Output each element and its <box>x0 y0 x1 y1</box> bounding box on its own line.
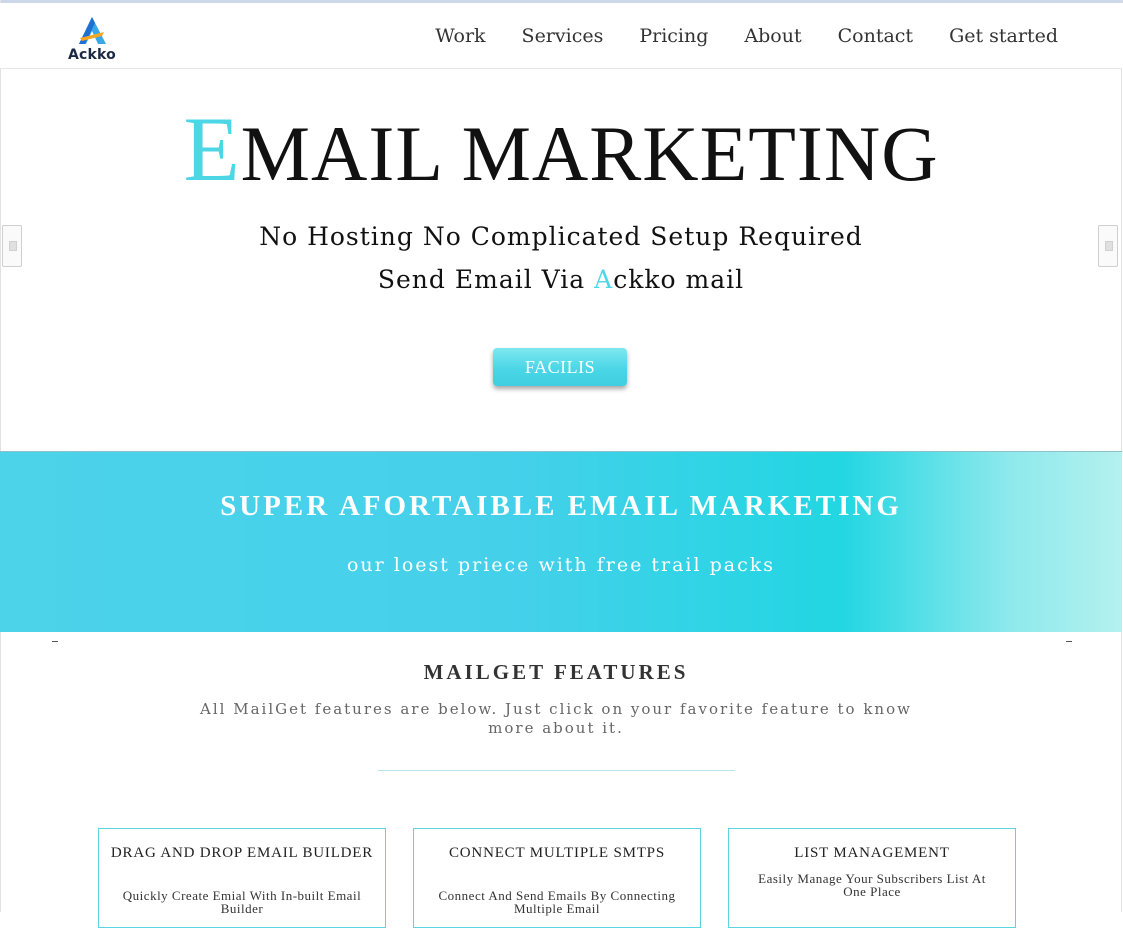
hero-title-initial: E <box>183 98 241 200</box>
features-divider <box>378 770 735 771</box>
hero-tagline-2-prefix: Send Email Via <box>377 265 595 294</box>
features-description: All MailGet features are below. Just cli… <box>200 700 912 737</box>
divider-mark-left <box>52 641 58 646</box>
hero-cta-button[interactable]: FACILIS <box>493 348 627 386</box>
feature-card-list-management[interactable]: LIST MANAGEMENT Easily Manage Your Subsc… <box>728 828 1016 928</box>
nav-item-contact[interactable]: Contact <box>838 25 913 47</box>
nav-item-services[interactable]: Services <box>522 25 604 47</box>
feature-card-drag-drop[interactable]: DRAG AND DROP EMAIL BUILDER Quickly Crea… <box>98 828 386 928</box>
logo-triangle-icon <box>79 17 106 44</box>
feature-card-title: DRAG AND DROP EMAIL BUILDER <box>110 845 374 861</box>
features-title: MAILGET FEATURES <box>423 660 689 684</box>
banner-subtitle: our loest priece with free trail packs <box>346 554 775 576</box>
divider-mark-right <box>1066 641 1072 646</box>
nav-item-get-started[interactable]: Get started <box>949 25 1058 47</box>
feature-card-text: Connect And Send Emails By Connecting Mu… <box>438 888 676 916</box>
main-nav: Work Services Pricing About Contact Get … <box>399 25 1058 47</box>
hero-tagline-2: Send Email Via Ackko mail <box>0 265 1122 294</box>
hero-title-rest: MAIL MARKETING <box>240 110 939 197</box>
hero-title: EMAIL MARKETING <box>0 103 1122 199</box>
feature-card-text: Quickly Create Emial With In-built Email… <box>122 888 362 916</box>
feature-card-text: Easily Manage Your Subscribers List At O… <box>758 871 986 899</box>
hero-tagline-2-accent: A <box>594 265 614 294</box>
nav-item-about[interactable]: About <box>744 25 801 47</box>
feature-card-title: LIST MANAGEMENT <box>794 845 950 861</box>
brand-logo[interactable]: Ackko <box>66 16 122 63</box>
logo-text: Ackko <box>68 47 116 63</box>
nav-item-work[interactable]: Work <box>435 25 485 47</box>
nav-item-pricing[interactable]: Pricing <box>639 25 708 47</box>
hero-tagline-1: No Hosting No Complicated Setup Required <box>259 222 863 251</box>
feature-card-smtps[interactable]: CONNECT MULTIPLE SMTPS Connect And Send … <box>413 828 701 928</box>
banner-title: SUPER AFORTAIBLE EMAIL MARKETING <box>220 490 902 522</box>
feature-card-title: CONNECT MULTIPLE SMTPS <box>449 845 665 861</box>
site-header: Ackko Work Services Pricing About Contac… <box>0 3 1122 69</box>
pricing-banner: SUPER AFORTAIBLE EMAIL MARKETING our loe… <box>0 451 1122 632</box>
hero-tagline-2-suffix: ckko mail <box>613 265 745 294</box>
